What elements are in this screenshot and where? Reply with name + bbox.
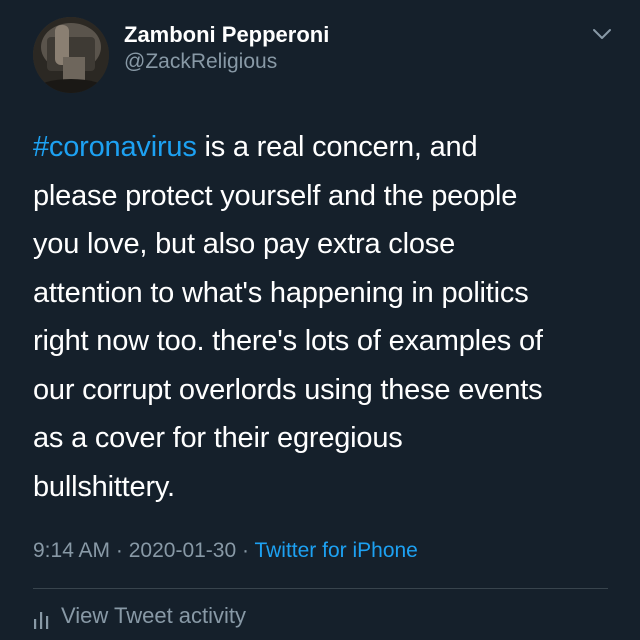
hashtag-link[interactable]: #coronavirus	[33, 131, 197, 163]
tweet: Zamboni Pepperoni @ZackReligious #corona…	[0, 0, 640, 640]
tweet-line: our corrupt overlords using these events	[33, 373, 543, 406]
avatar-photo-icon	[33, 17, 109, 93]
meta-separator: ·	[110, 539, 129, 562]
bar-chart-icon	[34, 612, 49, 629]
tweet-line: you love, but also pay extra close	[33, 228, 455, 260]
tweet-meta: 9:14 AM · 2020-01-30 · Twitter for iPhon…	[33, 539, 418, 563]
tweet-text: #coronavirus is a real concern, and plea…	[33, 123, 623, 511]
tweet-time: 9:14 AM	[33, 539, 111, 562]
activity-label: View Tweet activity	[61, 603, 247, 628]
tweet-line: as a cover for their egregious	[33, 422, 403, 454]
tweet-source-link[interactable]: Twitter for iPhone	[254, 539, 417, 562]
tweet-line: right now too. there's lots of examples …	[33, 325, 543, 357]
display-name[interactable]: Zamboni Pepperoni	[124, 22, 329, 48]
tweet-line: #coronavirus is a real concern, and	[33, 123, 623, 172]
chevron-down-icon[interactable]	[591, 26, 613, 42]
avatar[interactable]	[33, 17, 109, 93]
tweet-line-text: is a real concern, and	[196, 131, 478, 163]
meta-separator: ·	[236, 539, 255, 562]
user-handle[interactable]: @ZackReligious	[124, 50, 277, 74]
tweet-date: 2020-01-30	[128, 539, 237, 562]
view-tweet-activity-button[interactable]: View Tweet activity	[33, 603, 246, 629]
divider	[33, 588, 608, 589]
tweet-line: bullshittery.	[33, 470, 175, 503]
tweet-line: please protect yourself and the people	[33, 179, 518, 212]
tweet-line: attention to what's happening in politic…	[33, 276, 529, 309]
